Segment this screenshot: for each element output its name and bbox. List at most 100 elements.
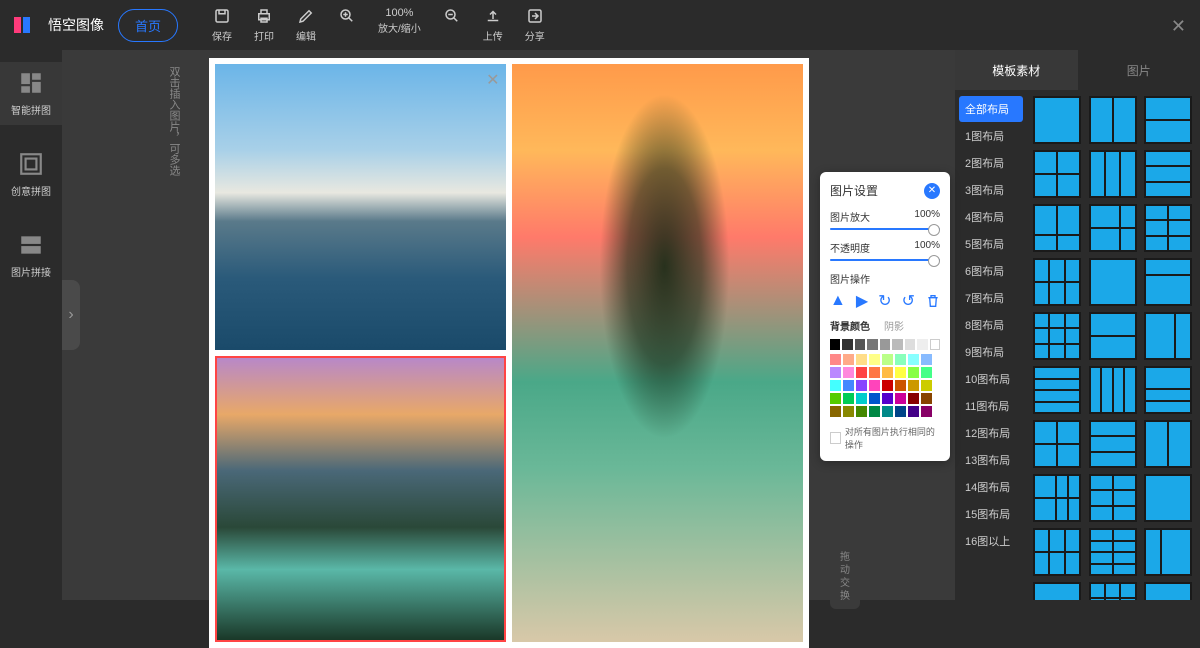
swatch[interactable] [921,406,932,417]
template-item[interactable] [1033,420,1081,468]
apply-all-checkbox[interactable] [830,432,841,444]
swatch[interactable] [892,339,902,350]
template-item[interactable] [1144,258,1192,306]
swatch[interactable] [895,406,906,417]
template-item[interactable] [1033,258,1081,306]
swatch[interactable] [895,354,906,365]
collage-canvas[interactable]: ✕ [209,58,809,648]
swatch[interactable] [843,393,854,404]
swatch[interactable] [905,339,915,350]
template-item[interactable] [1144,96,1192,144]
layout-filter-item[interactable]: 5图布局 [959,231,1023,257]
swatch[interactable] [855,339,865,350]
swatch[interactable] [880,339,890,350]
rotate-ccw-icon[interactable]: ↺ [902,292,915,310]
swatch[interactable] [895,367,906,378]
print-button[interactable]: 打印 [254,7,274,43]
swatch[interactable] [921,367,932,378]
swatch[interactable] [843,367,854,378]
template-item[interactable] [1089,258,1137,306]
swatch[interactable] [882,367,893,378]
tool-image-stitch[interactable]: 图片拼接 [0,224,62,287]
layout-filter-item[interactable]: 7图布局 [959,285,1023,311]
template-item[interactable] [1089,366,1137,414]
swatch[interactable] [867,339,877,350]
swatch[interactable] [895,393,906,404]
swatch[interactable] [930,339,941,350]
template-item[interactable] [1033,204,1081,252]
template-item[interactable] [1089,150,1137,198]
swatch[interactable] [895,380,906,391]
collage-cell-2[interactable] [215,356,506,642]
swatch[interactable] [908,406,919,417]
swatch[interactable] [908,354,919,365]
swatch[interactable] [843,354,854,365]
layout-filter-item[interactable]: 1图布局 [959,123,1023,149]
template-item[interactable] [1144,420,1192,468]
layout-filter-item[interactable]: 9图布局 [959,339,1023,365]
swatch[interactable] [908,367,919,378]
rotate-cw-icon[interactable]: ↻ [878,292,891,310]
window-close-icon[interactable]: ✕ [1171,16,1186,37]
template-item[interactable] [1089,474,1137,522]
swatch[interactable] [869,354,880,365]
layout-filter-item[interactable]: 16图以上 [959,528,1023,554]
swatch[interactable] [843,406,854,417]
swatch[interactable] [869,367,880,378]
swatch[interactable] [882,393,893,404]
swatch[interactable] [921,354,932,365]
template-item[interactable] [1033,366,1081,414]
layout-filter-item[interactable]: 12图布局 [959,420,1023,446]
template-item[interactable] [1144,150,1192,198]
template-item[interactable] [1089,204,1137,252]
tab-bgcolor[interactable]: 背景颜色 [830,318,870,333]
tool-creative-collage[interactable]: 创意拼图 [0,143,62,206]
template-item[interactable] [1033,312,1081,360]
swatch[interactable] [921,393,932,404]
swatch[interactable] [856,380,867,391]
swatch[interactable] [830,367,841,378]
swatch[interactable] [917,339,927,350]
template-item[interactable] [1089,96,1137,144]
flip-h-icon[interactable]: ▶ [856,292,868,310]
template-item[interactable] [1033,582,1081,600]
template-item[interactable] [1033,96,1081,144]
template-item[interactable] [1089,312,1137,360]
tab-shadow[interactable]: 阴影 [884,318,904,333]
swatch[interactable] [830,393,841,404]
swatch[interactable] [856,367,867,378]
swatch[interactable] [830,406,841,417]
zoom-out-button[interactable] [443,7,461,43]
scale-slider[interactable] [830,228,940,230]
template-item[interactable] [1033,528,1081,576]
layout-filter-item[interactable]: 全部布局 [959,96,1023,122]
template-item[interactable] [1144,528,1192,576]
swatch[interactable] [843,380,854,391]
layout-filter-item[interactable]: 10图布局 [959,366,1023,392]
template-item[interactable] [1089,582,1137,600]
share-button[interactable]: 分享 [525,7,545,43]
tool-smart-collage[interactable]: 智能拼图 [0,62,62,125]
swatch[interactable] [869,380,880,391]
swatch[interactable] [842,339,852,350]
template-item[interactable] [1089,420,1137,468]
collage-cell-1[interactable]: ✕ [215,64,506,350]
layout-filter-item[interactable]: 8图布局 [959,312,1023,338]
swatch[interactable] [856,393,867,404]
panel-close-icon[interactable]: ✕ [924,183,940,199]
swatch[interactable] [869,406,880,417]
swatch[interactable] [921,380,932,391]
swatch[interactable] [882,354,893,365]
template-item[interactable] [1144,312,1192,360]
cell-remove-icon[interactable]: ✕ [486,70,499,90]
layout-filter-item[interactable]: 11图布局 [959,393,1023,419]
swatch[interactable] [869,393,880,404]
template-item[interactable] [1144,582,1192,600]
swatch[interactable] [830,380,841,391]
zoom-in-button[interactable] [338,7,356,43]
template-item[interactable] [1144,366,1192,414]
tab-images[interactable]: 图片 [1078,50,1200,90]
template-item[interactable] [1089,528,1137,576]
template-item[interactable] [1033,474,1081,522]
save-button[interactable]: 保存 [212,7,232,43]
